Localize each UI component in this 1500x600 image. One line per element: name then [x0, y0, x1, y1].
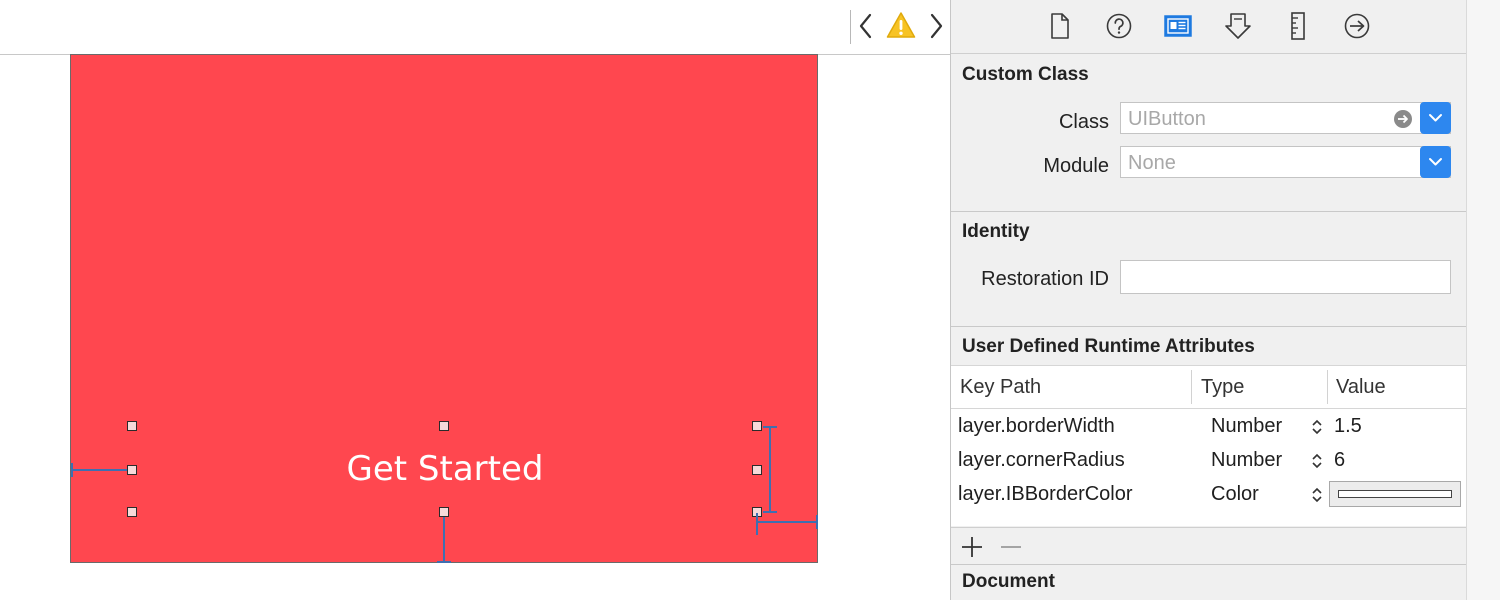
get-started-button[interactable]: Get Started	[132, 446, 758, 492]
document-section-title: Document	[962, 571, 1055, 592]
type-cell[interactable]: Number	[1211, 443, 1282, 477]
type-cell[interactable]: Color	[1211, 477, 1259, 511]
inspector-scroll-gutter[interactable]	[1466, 0, 1500, 600]
border-color-well[interactable]	[1329, 481, 1461, 507]
key-path-cell[interactable]: layer.IBBorderColor	[958, 477, 1133, 511]
bottom-constraint[interactable]	[443, 517, 445, 563]
connections-icon[interactable]	[1342, 11, 1372, 41]
trailing-constraint-cap	[816, 515, 818, 529]
value-cell[interactable]: 6	[1334, 443, 1345, 477]
type-stepper-icon[interactable]	[1310, 418, 1324, 436]
resize-handle-bottom-left[interactable]	[127, 507, 137, 517]
key-path-cell[interactable]: layer.cornerRadius	[958, 443, 1125, 477]
trailing-constraint[interactable]	[758, 521, 818, 523]
help-icon[interactable]	[1104, 11, 1134, 41]
restoration-id-input[interactable]	[1120, 260, 1451, 294]
table-row[interactable]: layer.IBBorderColor Color	[951, 477, 1467, 511]
runtime-attributes-table-header: Key Path Type Value	[951, 365, 1467, 409]
identity-inspector: Custom Class Class UIButton Module None …	[950, 0, 1467, 600]
warning-icon[interactable]	[886, 11, 916, 39]
type-cell[interactable]: Number	[1211, 409, 1282, 443]
resize-handle-middle-left[interactable]	[127, 465, 137, 475]
restoration-id-label: Restoration ID	[981, 268, 1109, 290]
bottom-constraint-cap	[437, 561, 451, 563]
height-constraint[interactable]	[769, 427, 771, 513]
resize-handle-middle-right[interactable]	[752, 465, 762, 475]
color-swatch	[1338, 490, 1452, 498]
height-constraint-cap-top	[763, 426, 777, 428]
section-divider	[951, 211, 1467, 212]
chevron-left-icon[interactable]	[854, 10, 878, 42]
resize-handle-top-center[interactable]	[439, 421, 449, 431]
type-stepper-icon[interactable]	[1310, 452, 1324, 470]
canvas-jump-bar	[0, 0, 950, 55]
remove-attribute-icon[interactable]	[999, 535, 1023, 559]
section-divider	[951, 326, 1467, 327]
key-path-cell[interactable]: layer.borderWidth	[958, 409, 1115, 443]
module-combo-box[interactable]: None	[1120, 146, 1451, 178]
identity-icon[interactable]	[1163, 11, 1193, 41]
inspector-tab-bar	[951, 0, 1467, 54]
runtime-attributes-section-title: User Defined Runtime Attributes	[962, 336, 1255, 357]
leading-constraint[interactable]	[71, 469, 127, 471]
height-constraint-cap-bottom	[763, 511, 777, 513]
custom-class-section-title: Custom Class	[962, 64, 1089, 85]
type-stepper-icon[interactable]	[1310, 486, 1324, 504]
trailing-constraint-tick	[756, 513, 758, 535]
runtime-attributes-table: layer.borderWidth Number 1.5 layer.corne…	[951, 409, 1467, 526]
identity-section-title: Identity	[962, 221, 1030, 242]
value-cell[interactable]: 1.5	[1334, 409, 1362, 443]
class-combo-box[interactable]: UIButton	[1120, 102, 1451, 134]
chevron-down-icon	[1429, 158, 1442, 166]
section-divider	[951, 564, 1467, 565]
class-label: Class	[1058, 111, 1109, 133]
toolbar-divider	[850, 10, 851, 44]
file-icon[interactable]	[1044, 11, 1074, 41]
module-label: Module	[1043, 155, 1109, 177]
module-field-placeholder: None	[1128, 152, 1176, 174]
column-header-key-path[interactable]: Key Path	[960, 366, 1041, 408]
resize-handle-top-right[interactable]	[752, 421, 762, 431]
resize-handle-bottom-center[interactable]	[439, 507, 449, 517]
table-row[interactable]: layer.cornerRadius Number 6	[951, 443, 1467, 477]
leading-constraint-cap	[71, 463, 73, 477]
resize-handle-top-left[interactable]	[127, 421, 137, 431]
column-header-type[interactable]: Type	[1201, 366, 1244, 408]
chevron-right-icon[interactable]	[924, 10, 948, 42]
column-header-value[interactable]: Value	[1336, 366, 1386, 408]
attributes-icon[interactable]	[1223, 11, 1253, 41]
interface-builder-canvas[interactable]: Get Started	[0, 0, 950, 600]
class-dropdown-button[interactable]	[1420, 102, 1451, 134]
add-attribute-icon[interactable]	[960, 535, 984, 559]
class-field-placeholder: UIButton	[1128, 108, 1206, 130]
size-icon[interactable]	[1283, 11, 1313, 41]
go-to-class-arrow-icon[interactable]	[1393, 109, 1413, 129]
column-separator[interactable]	[1327, 370, 1328, 404]
runtime-attributes-footer	[951, 527, 1467, 564]
chevron-down-icon	[1429, 114, 1442, 122]
table-row[interactable]: layer.borderWidth Number 1.5	[951, 409, 1467, 443]
module-dropdown-button[interactable]	[1420, 146, 1451, 178]
column-separator[interactable]	[1191, 370, 1192, 404]
